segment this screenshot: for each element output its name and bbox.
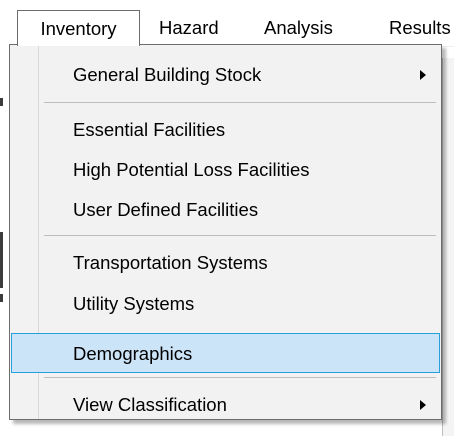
- menu-item-high-potential-loss-facilities[interactable]: High Potential Loss Facilities: [11, 150, 440, 190]
- menu-separator: [44, 377, 436, 378]
- chevron-right-icon: [420, 70, 426, 80]
- background-mark: [0, 98, 3, 106]
- background-mark: [0, 232, 3, 288]
- background-window-edge: [0, 46, 9, 436]
- menu-separator: [44, 102, 436, 103]
- menu-separator: [44, 235, 436, 236]
- menu-hazard[interactable]: Hazard: [159, 10, 219, 46]
- menu-item-view-classification[interactable]: View Classification: [11, 385, 440, 425]
- background-window-pane: [442, 58, 454, 436]
- menu-item-label: Transportation Systems: [73, 252, 268, 273]
- menu-item-user-defined-facilities[interactable]: User Defined Facilities: [11, 190, 440, 230]
- menu-item-demographics[interactable]: Demographics: [11, 333, 440, 373]
- menu-item-essential-facilities[interactable]: Essential Facilities: [11, 110, 440, 150]
- menu-item-label: View Classification: [73, 394, 227, 415]
- menu-item-transportation-systems[interactable]: Transportation Systems: [11, 243, 440, 283]
- inventory-dropdown-menu: General Building Stock Essential Facilit…: [9, 44, 442, 420]
- menu-item-utility-systems[interactable]: Utility Systems: [11, 284, 440, 324]
- menu-item-label: Essential Facilities: [73, 119, 226, 140]
- menu-item-label: Demographics: [73, 343, 193, 364]
- menu-results[interactable]: Results: [389, 10, 451, 46]
- menu-item-label: Utility Systems: [73, 293, 195, 314]
- menu-item-label: High Potential Loss Facilities: [73, 159, 310, 180]
- menu-analysis[interactable]: Analysis: [264, 10, 333, 46]
- chevron-right-icon: [420, 400, 426, 410]
- menu-inventory[interactable]: Inventory: [17, 10, 140, 46]
- menu-item-label: User Defined Facilities: [73, 199, 259, 220]
- background-mark: [0, 294, 3, 302]
- menu-item-label: General Building Stock: [73, 64, 262, 85]
- menu-bar: Inventory Hazard Analysis Results: [0, 0, 454, 47]
- menu-item-general-building-stock[interactable]: General Building Stock: [11, 55, 440, 95]
